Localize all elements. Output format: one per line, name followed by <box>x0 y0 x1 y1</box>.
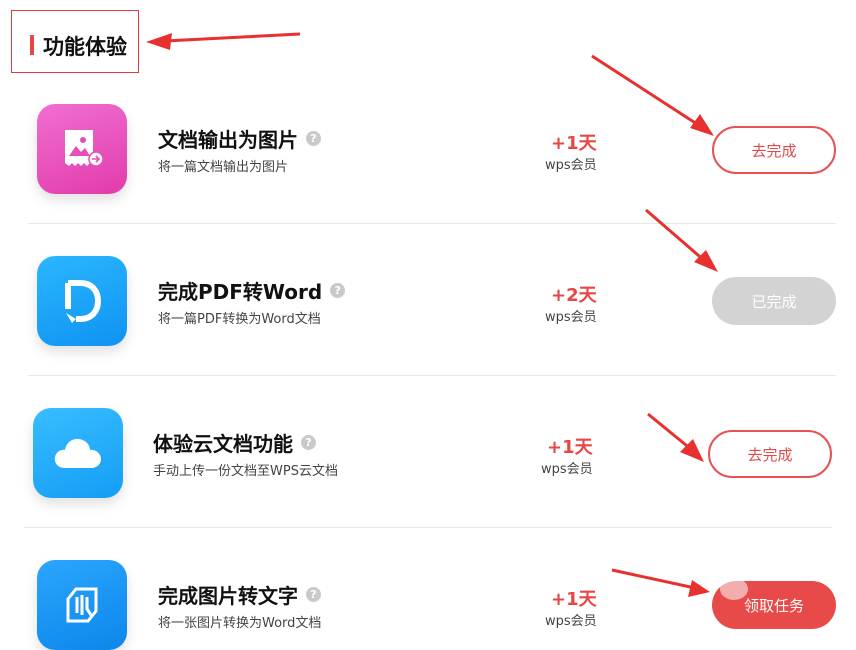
arrow-to-button-1 <box>591 54 701 128</box>
arrow-to-button-3 <box>647 412 693 452</box>
baidu-watermark <box>650 555 850 635</box>
arrow-to-title <box>164 32 301 43</box>
arrow-to-button-2 <box>645 208 707 264</box>
arrow-head <box>690 114 714 136</box>
annotation-arrows <box>146 32 718 597</box>
arrow-head <box>146 33 172 50</box>
